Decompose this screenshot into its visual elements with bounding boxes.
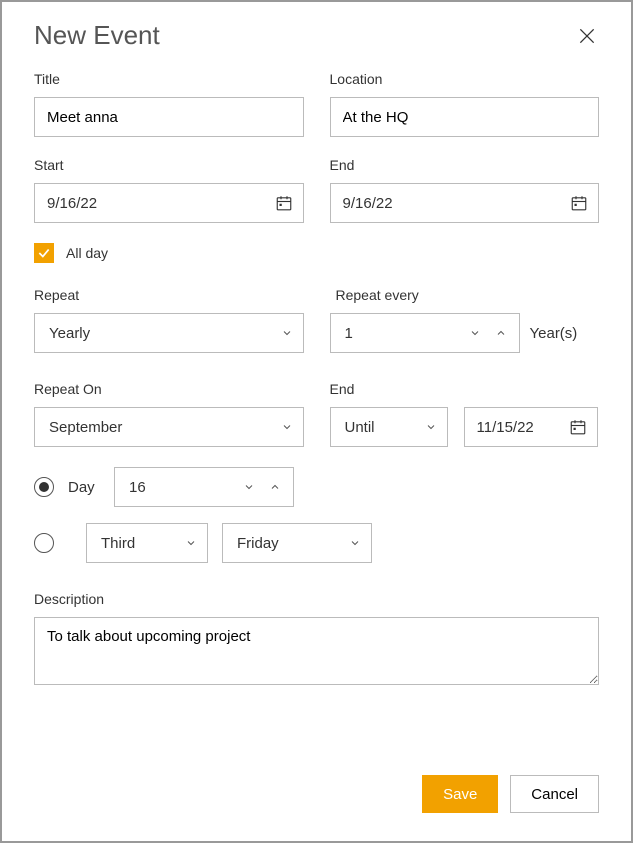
location-label: Location: [330, 71, 600, 87]
recurrence-end-label: End: [330, 381, 600, 397]
dialog-footer: Save Cancel: [422, 775, 599, 813]
location-input[interactable]: [330, 97, 600, 137]
close-icon: [577, 26, 597, 46]
description-textarea[interactable]: [34, 617, 599, 685]
calendar-icon: [569, 418, 587, 436]
recurrence-end-date-value: 11/15/22: [477, 419, 534, 436]
repeat-every-label: Repeat every: [336, 287, 600, 303]
end-date-input[interactable]: 9/16/22: [330, 183, 600, 223]
day-number-spinner[interactable]: 16: [114, 467, 294, 507]
allday-checkbox[interactable]: [34, 243, 54, 263]
spinner-up-button[interactable]: [495, 327, 507, 339]
spinner-up-button[interactable]: [269, 481, 281, 493]
recurrence-end-mode-value: Until: [345, 419, 375, 436]
title-label: Title: [34, 71, 304, 87]
chevron-down-icon: [281, 421, 293, 433]
chevron-down-icon: [185, 537, 197, 549]
repeat-on-label: Repeat On: [34, 381, 304, 397]
chevron-down-icon: [425, 421, 437, 433]
description-label: Description: [34, 591, 599, 607]
save-button[interactable]: Save: [422, 775, 498, 813]
repeat-every-value: 1: [331, 325, 469, 342]
check-icon: [37, 246, 51, 260]
repeat-select[interactable]: Yearly: [34, 313, 304, 353]
day-radio-label: Day: [68, 479, 100, 496]
end-label: End: [330, 157, 600, 173]
start-date-value: 9/16/22: [47, 195, 97, 212]
weekday-value: Friday: [237, 535, 279, 552]
chevron-up-icon: [495, 327, 507, 339]
spinner-down-button[interactable]: [469, 327, 481, 339]
repeat-on-month-select[interactable]: September: [34, 407, 304, 447]
day-radio[interactable]: [34, 477, 54, 497]
close-button[interactable]: [575, 24, 599, 48]
start-label: Start: [34, 157, 304, 173]
start-date-input[interactable]: 9/16/22: [34, 183, 304, 223]
repeat-value: Yearly: [49, 325, 90, 342]
calendar-icon: [570, 194, 588, 212]
cancel-button[interactable]: Cancel: [510, 775, 599, 813]
calendar-icon: [275, 194, 293, 212]
dialog-title: New Event: [34, 20, 160, 51]
title-input[interactable]: [34, 97, 304, 137]
ordinal-radio[interactable]: [34, 533, 54, 553]
repeat-label: Repeat: [34, 287, 304, 303]
repeat-every-spinner[interactable]: 1: [330, 313, 520, 353]
recurrence-end-date-input[interactable]: 11/15/22: [464, 407, 598, 447]
chevron-down-icon: [469, 327, 481, 339]
chevron-down-icon: [243, 481, 255, 493]
chevron-down-icon: [281, 327, 293, 339]
ordinal-value: Third: [101, 535, 135, 552]
repeat-on-month-value: September: [49, 419, 122, 436]
allday-label: All day: [66, 245, 108, 261]
chevron-up-icon: [269, 481, 281, 493]
chevron-down-icon: [349, 537, 361, 549]
end-date-value: 9/16/22: [343, 195, 393, 212]
ordinal-select[interactable]: Third: [86, 523, 208, 563]
repeat-every-unit: Year(s): [520, 325, 578, 342]
recurrence-end-mode-select[interactable]: Until: [330, 407, 448, 447]
weekday-select[interactable]: Friday: [222, 523, 372, 563]
new-event-dialog: New Event Title Location Start 9/16/22 E…: [0, 0, 633, 843]
spinner-down-button[interactable]: [243, 481, 255, 493]
dialog-header: New Event: [34, 20, 599, 51]
day-number-value: 16: [115, 479, 243, 496]
